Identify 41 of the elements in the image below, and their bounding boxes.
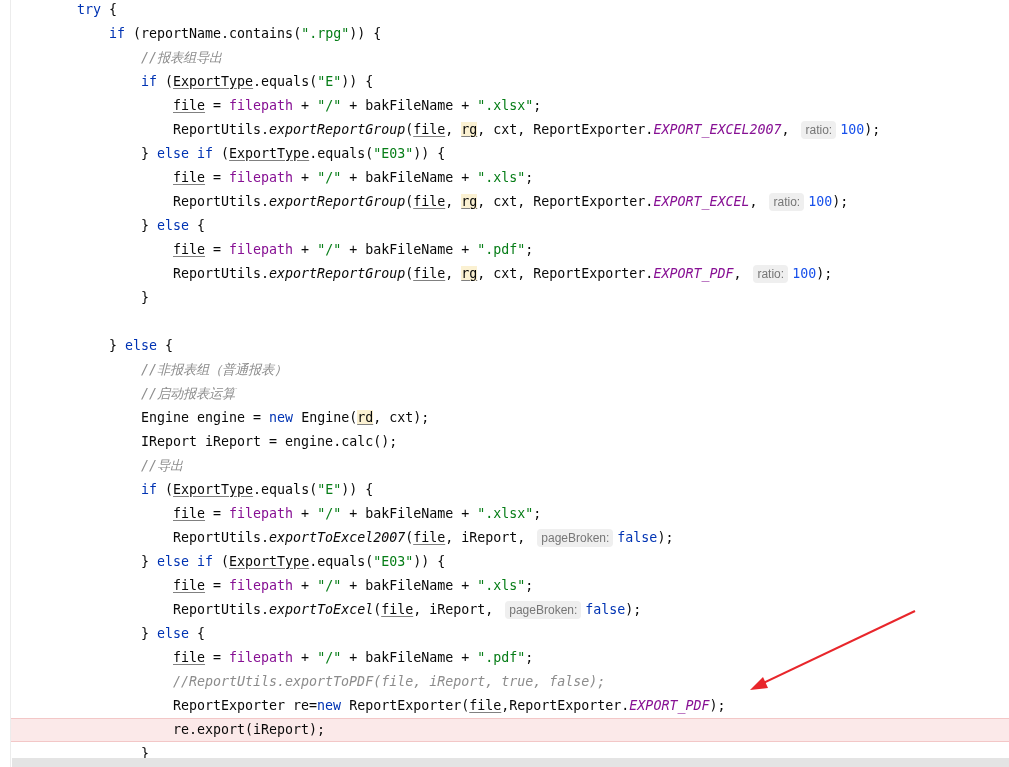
- code-text: ReportUtils.exportToExcel2007(file, iReport,: [173, 529, 527, 548]
- code-text: try {: [77, 1, 118, 20]
- code-text: }: [141, 289, 149, 308]
- code-text: } else {: [109, 337, 174, 356]
- code-text: if (reportName.contains(".rpg")) {: [109, 25, 382, 44]
- code-text: ReportUtils.exportReportGroup(file, rg, cxt, ReportExporter.EXPORT_EXCEL,: [173, 193, 759, 212]
- code-text: } else {: [141, 625, 206, 644]
- code-text: file = filepath + "/" + bakFileName + ".pdf";: [173, 241, 534, 260]
- code-text: 100);: [792, 265, 833, 284]
- parameter-hint: ratio:: [753, 265, 789, 283]
- code-text: } else if (ExportType.equals("E03")) {: [141, 553, 446, 572]
- code-text: file = filepath + "/" + bakFileName + ".xls";: [173, 169, 534, 188]
- code-text: if (ExportType.equals("E")) {: [141, 73, 374, 92]
- code-text: //ReportUtils.exportToPDF(file, iReport, true, false);: [173, 673, 606, 692]
- code-text: false);: [585, 601, 642, 620]
- parameter-hint: pageBroken:: [505, 601, 582, 619]
- code-text: //导出: [141, 457, 183, 476]
- code-text: IReport iReport = engine.calc();: [141, 433, 398, 452]
- code-text: ReportUtils.exportToExcel(file, iReport,: [173, 601, 495, 620]
- code-text: file = filepath + "/" + bakFileName + ".pdf";: [173, 649, 534, 668]
- code-text: //启动报表运算: [141, 385, 235, 404]
- code-text: //非报表组（普通报表）: [141, 361, 287, 380]
- code-text: //报表组导出: [141, 49, 222, 68]
- horizontal-scrollbar[interactable]: [12, 758, 1009, 767]
- code-text: ReportUtils.exportReportGroup(file, rg, cxt, ReportExporter.EXPORT_EXCEL2007,: [173, 121, 791, 140]
- code-text: 100);: [808, 193, 849, 212]
- code-text: re.export(iReport);: [173, 721, 326, 740]
- code-text: file = filepath + "/" + bakFileName + ".xlsx";: [173, 505, 542, 524]
- code-text: 100);: [840, 121, 881, 140]
- code-text: Engine engine = new Engine(rd, cxt);: [141, 409, 430, 428]
- code-text: file = filepath + "/" + bakFileName + ".xls";: [173, 577, 534, 596]
- code-text: } else if (ExportType.equals("E03")) {: [141, 145, 446, 164]
- parameter-hint: pageBroken:: [537, 529, 614, 547]
- code-text: ReportUtils.exportReportGroup(file, rg, cxt, ReportExporter.EXPORT_PDF,: [173, 265, 743, 284]
- parameter-hint: ratio:: [769, 193, 805, 211]
- code-text: file = filepath + "/" + bakFileName + ".xlsx";: [173, 97, 542, 116]
- code-text: if (ExportType.equals("E")) {: [141, 481, 374, 500]
- code-text: false);: [617, 529, 674, 548]
- code-text: ReportExporter re=new ReportExporter(file,ReportExporter.EXPORT_PDF);: [173, 697, 726, 716]
- code-text: } else {: [141, 217, 206, 236]
- parameter-hint: ratio:: [801, 121, 837, 139]
